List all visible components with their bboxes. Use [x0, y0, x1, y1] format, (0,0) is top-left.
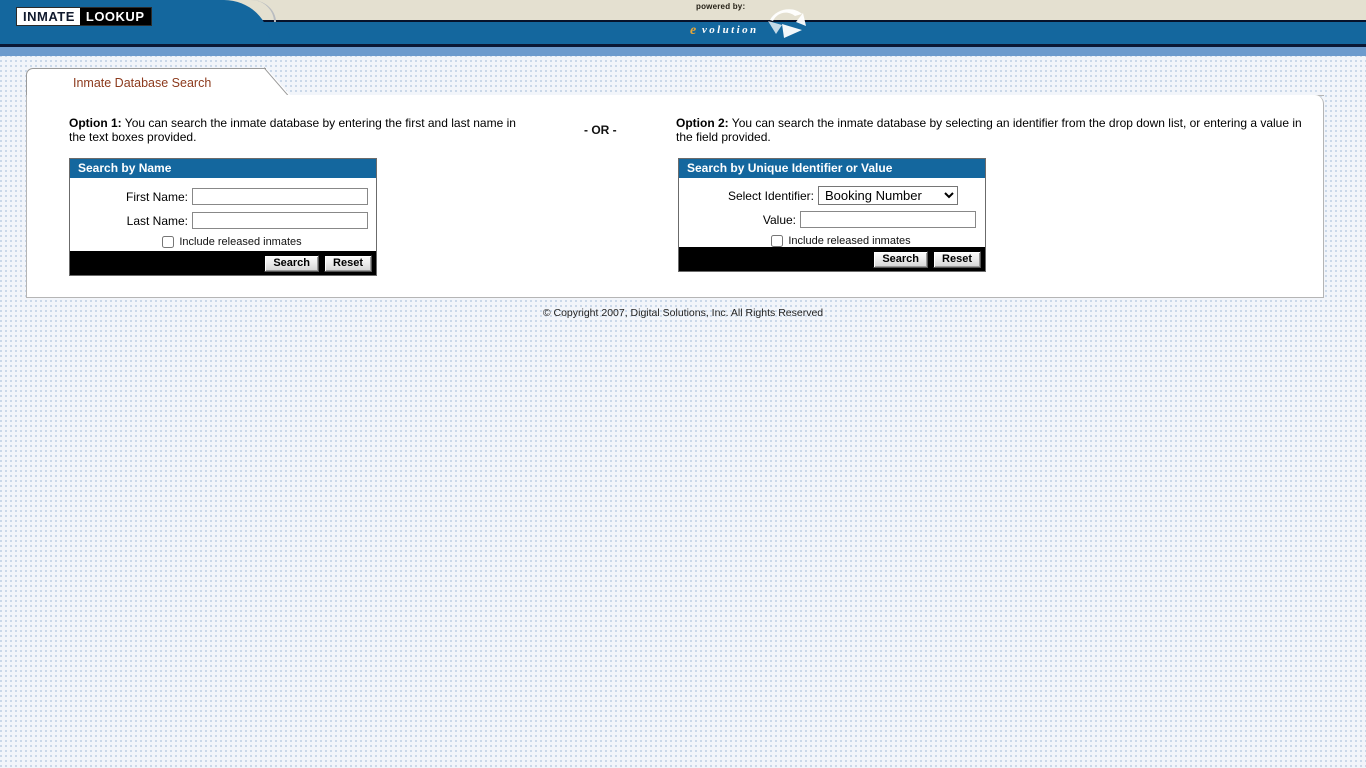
- search-by-identifier-footer: Search Reset: [679, 247, 985, 271]
- first-name-input[interactable]: [192, 188, 368, 205]
- first-name-row: First Name:: [70, 188, 376, 205]
- last-name-input[interactable]: [192, 212, 368, 229]
- select-identifier-dropdown[interactable]: Booking Number: [818, 186, 958, 205]
- identifier-include-released-row: Include released inmates: [679, 235, 985, 247]
- name-include-released-checkbox[interactable]: [162, 236, 175, 248]
- identifier-include-released-checkbox[interactable]: [771, 235, 784, 247]
- content-panel: Option 1: You can search the inmate data…: [26, 95, 1324, 298]
- select-identifier-label: Select Identifier:: [727, 188, 814, 203]
- identifier-include-released-label: Include released inmates: [788, 235, 911, 247]
- search-by-identifier-body: Select Identifier: Booking Number Value:…: [679, 178, 985, 247]
- select-identifier-row: Select Identifier: Booking Number: [679, 186, 985, 205]
- identifier-include-released-wrapper[interactable]: Include released inmates: [753, 235, 911, 247]
- header-lightblue-rule: [0, 47, 1366, 56]
- last-name-row: Last Name:: [70, 212, 376, 229]
- tab-slant-border: [264, 67, 294, 98]
- name-reset-button[interactable]: Reset: [324, 254, 372, 272]
- tab-strip: Inmate Database Search: [26, 68, 292, 97]
- search-by-name-title: Search by Name: [70, 159, 376, 178]
- name-include-released-label: Include released inmates: [179, 236, 302, 248]
- name-include-released-wrapper[interactable]: Include released inmates: [144, 236, 302, 248]
- search-by-name-footer: Search Reset: [70, 251, 376, 275]
- site-header: INMATE LOOKUP powered by: e volution: [0, 0, 1366, 56]
- tab-label: Inmate Database Search: [73, 76, 212, 90]
- name-include-released-row: Include released inmates: [70, 236, 376, 248]
- value-input[interactable]: [800, 211, 976, 228]
- first-name-label: First Name:: [125, 189, 188, 204]
- value-label: Value:: [762, 212, 796, 227]
- tab-inmate-database-search[interactable]: Inmate Database Search: [26, 68, 292, 97]
- search-by-name-panel: Search by Name First Name: Last Name: In…: [69, 158, 377, 276]
- inmate-lookup-logo[interactable]: INMATE LOOKUP: [16, 7, 152, 26]
- identifier-reset-button[interactable]: Reset: [933, 250, 981, 268]
- option2-body-text: You can search the inmate database by se…: [676, 116, 1302, 144]
- last-name-label: Last Name:: [126, 213, 188, 228]
- powered-by-label: powered by:: [696, 2, 746, 11]
- brand-initial-e: e: [690, 23, 697, 38]
- option1-bold-label: Option 1:: [69, 116, 122, 130]
- search-by-identifier-title: Search by Unique Identifier or Value: [679, 159, 985, 178]
- powered-by-evolution-logo: powered by: e volution: [690, 2, 820, 38]
- search-by-name-body: First Name: Last Name: Include released …: [70, 178, 376, 251]
- option1-body-text: You can search the inmate database by en…: [69, 116, 516, 144]
- search-by-identifier-panel: Search by Unique Identifier or Value Sel…: [678, 158, 986, 272]
- option1-instructions: Option 1: You can search the inmate data…: [69, 116, 521, 144]
- logo-word-inmate: INMATE: [17, 8, 80, 25]
- compass-arrow-icon: [762, 4, 808, 47]
- or-separator: - OR -: [584, 123, 617, 137]
- option2-bold-label: Option 2:: [676, 116, 729, 130]
- value-row: Value:: [679, 211, 985, 228]
- option2-instructions: Option 2: You can search the inmate data…: [676, 116, 1314, 144]
- logo-word-lookup: LOOKUP: [79, 8, 151, 25]
- name-search-button[interactable]: Search: [264, 254, 320, 272]
- identifier-search-button[interactable]: Search: [873, 250, 929, 268]
- copyright-footer: © Copyright 2007, Digital Solutions, Inc…: [542, 307, 824, 319]
- brand-word-volution: volution: [702, 24, 759, 36]
